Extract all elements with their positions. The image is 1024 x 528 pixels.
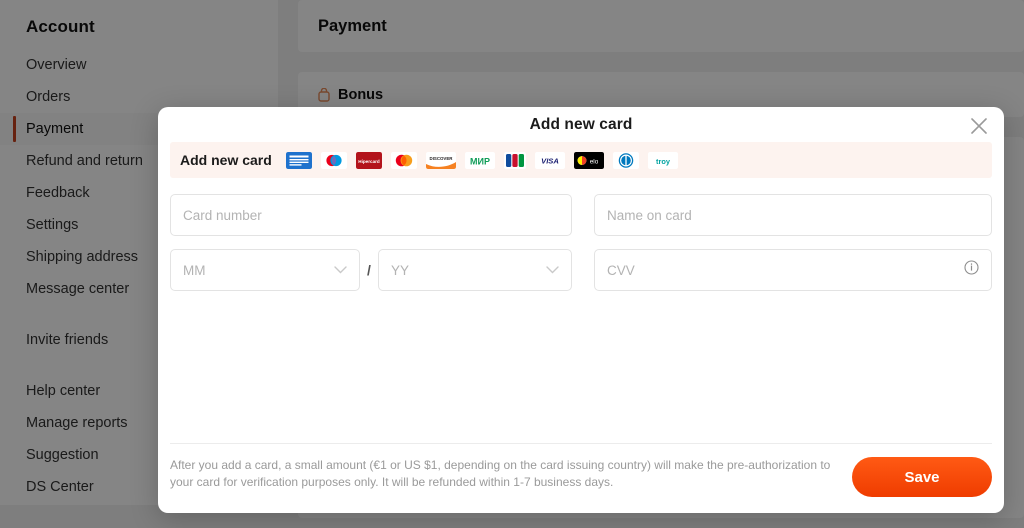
- maestro-icon: [320, 151, 347, 169]
- visa-icon: VISA: [534, 151, 565, 169]
- discover-icon: DISCOVER: [425, 151, 456, 169]
- elo-icon: elo: [573, 151, 604, 169]
- name-on-card-input[interactable]: [607, 207, 979, 223]
- expiry-separator: /: [367, 262, 371, 278]
- mir-icon: МИР: [464, 151, 495, 169]
- card-number-input[interactable]: [183, 207, 559, 223]
- svg-text:МИР: МИР: [470, 156, 490, 166]
- modal-header: Add new card: [158, 107, 1004, 142]
- expiry-row: MM / YY: [170, 249, 572, 291]
- mastercard-icon: [390, 151, 417, 169]
- banner-label: Add new card: [180, 152, 272, 168]
- cvv-field[interactable]: [594, 249, 992, 291]
- chevron-down-icon: [546, 261, 559, 279]
- expiry-month-value: MM: [183, 262, 206, 278]
- chevron-down-icon: [334, 261, 347, 279]
- card-brand-list: Hipercard DISCOVER МИР VISA elo troy: [285, 151, 678, 169]
- footer-divider: [170, 443, 992, 444]
- hipercard-icon: Hipercard: [355, 151, 382, 169]
- expiry-year-value: YY: [391, 262, 410, 278]
- page-root: Account Overview Orders Payment Refund a…: [0, 0, 1024, 528]
- svg-text:VISA: VISA: [541, 156, 559, 165]
- save-button[interactable]: Save: [852, 457, 992, 497]
- info-icon[interactable]: [964, 260, 979, 280]
- svg-text:troy: troy: [656, 156, 671, 165]
- troy-icon: troy: [647, 151, 678, 169]
- diners-club-icon: [612, 151, 639, 169]
- cvv-input[interactable]: [607, 262, 979, 278]
- card-brand-banner: Add new card Hipercard DISCOVER МИР VISA…: [170, 142, 992, 178]
- svg-text:Hipercard: Hipercard: [358, 158, 380, 163]
- name-on-card-field[interactable]: [594, 194, 992, 236]
- modal-title: Add new card: [529, 115, 633, 133]
- close-icon[interactable]: [968, 115, 990, 137]
- card-form: MM / YY: [158, 178, 1004, 291]
- pre-authorization-note: After you add a card, a small amount (€1…: [170, 458, 831, 489]
- expiry-year-select[interactable]: YY: [378, 249, 572, 291]
- svg-text:elo: elo: [590, 158, 599, 165]
- add-new-card-modal: Add new card Add new card Hipercard DISC…: [158, 107, 1004, 513]
- svg-text:DISCOVER: DISCOVER: [429, 156, 453, 161]
- jcb-icon: [503, 151, 526, 169]
- expiry-month-select[interactable]: MM: [170, 249, 360, 291]
- american-express-icon: [285, 151, 312, 169]
- modal-footer: After you add a card, a small amount (€1…: [170, 455, 992, 497]
- card-number-field[interactable]: [170, 194, 572, 236]
